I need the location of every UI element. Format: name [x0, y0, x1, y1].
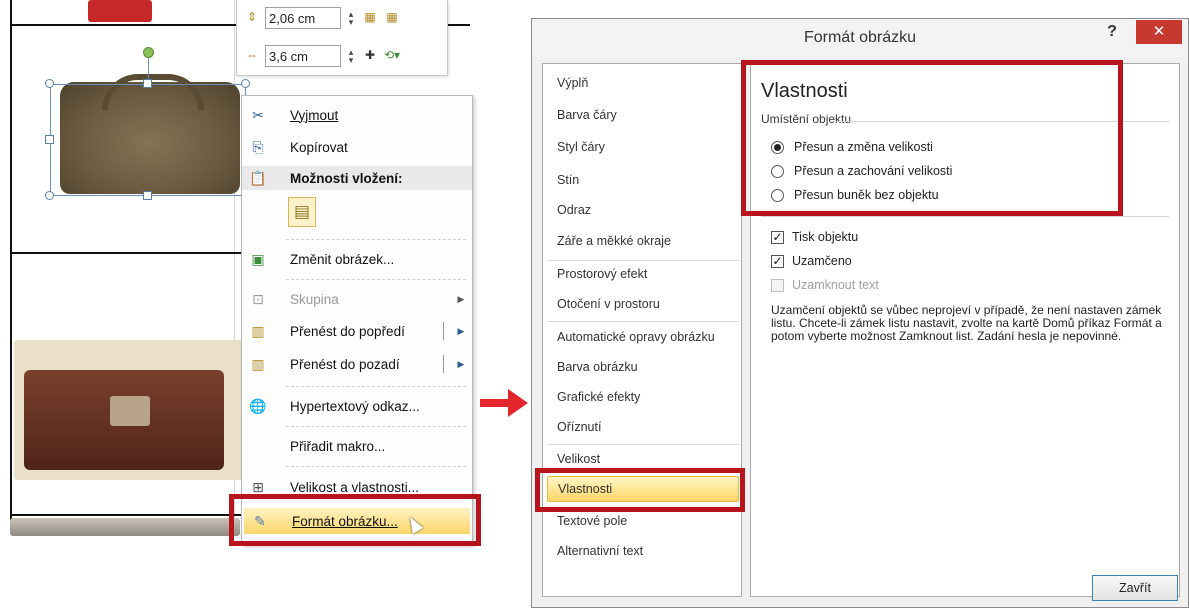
resize-handle[interactable]	[45, 79, 54, 88]
submenu-arrow-icon[interactable]: ▶	[450, 359, 472, 370]
arrange-icon[interactable]: ▦	[361, 10, 379, 26]
grid-line	[10, 0, 12, 520]
mini-toolbar: ⇕ 2,06 cm ▴ ▾ ▦ ▦ ⇔ 3,6 cm ▴ ▾ ✚ ⟲▾	[236, 0, 448, 76]
change-picture-icon: ▣	[251, 250, 265, 267]
height-value: 2,06 cm	[269, 10, 316, 26]
product-image-bottom[interactable]	[10, 518, 240, 536]
nav-item-line-style[interactable]: Styl čáry	[547, 134, 739, 160]
menu-item-change-picture[interactable]: ▣ Změnit obrázek...	[242, 246, 472, 272]
checkbox-lock-text: Uzamknout text	[771, 274, 879, 296]
resize-handle[interactable]	[241, 79, 250, 88]
nav-item-reflection[interactable]: Odraz	[547, 197, 739, 223]
scissors-icon: ✂	[252, 106, 264, 123]
menu-label: Možnosti vložení:	[290, 170, 403, 186]
close-button[interactable]: ✕	[1136, 20, 1182, 44]
checkbox[interactable]: ✓	[771, 254, 784, 268]
group-icon: ⊡	[252, 290, 264, 307]
submenu-arrow-icon[interactable]: ▶	[450, 326, 472, 337]
menu-header-paste-options: 📋 Možnosti vložení:	[242, 166, 472, 190]
nav-item-crop[interactable]: Oříznutí	[547, 414, 739, 440]
resize-handle[interactable]	[45, 191, 54, 200]
checkbox-label: Uzamčeno	[792, 254, 852, 268]
nav-item-fill[interactable]: Výplň	[547, 70, 739, 96]
highlight-box-properties	[741, 60, 1123, 216]
dialog-titlebar[interactable]: Formát obrázku ? ✕	[532, 19, 1188, 57]
briefcase-image[interactable]	[14, 340, 244, 480]
height-field[interactable]: 2,06 cm	[265, 7, 341, 29]
nav-item-shadow[interactable]: Stín	[547, 167, 739, 193]
menu-label: Hypertextový odkaz...	[290, 398, 420, 414]
paste-icon: 📋	[249, 169, 267, 186]
checkbox[interactable]: ✓	[771, 230, 784, 244]
menu-item-send-backward[interactable]: ▥ Přenést do pozadí ▶	[242, 351, 472, 377]
checkbox-label: Tisk objektu	[792, 230, 859, 244]
crop-icon[interactable]: ✚	[361, 48, 379, 64]
close-dialog-button[interactable]: Zavřít	[1092, 575, 1178, 601]
menu-item-cut[interactable]: ✂ Vyjmout	[242, 102, 472, 128]
menu-item-bring-forward[interactable]: ▥ Přenést do popředí ▶	[242, 318, 472, 344]
product-image-top[interactable]	[88, 0, 152, 22]
paste-option-button[interactable]: ▤	[288, 197, 316, 227]
paste-clipboard-icon: ▤	[293, 202, 311, 221]
help-button[interactable]: ?	[1102, 23, 1122, 47]
checkbox-print-object[interactable]: ✓ Tisk objektu	[771, 226, 858, 248]
rotate-icon[interactable]: ⟲▾	[383, 48, 401, 64]
category-list: Výplň Barva čáry Styl čáry Stín Odraz Zá…	[542, 63, 742, 597]
dialog-title: Formát obrázku	[803, 29, 917, 46]
nav-item-glow-soft-edges[interactable]: Záře a měkké okraje	[547, 228, 739, 254]
menu-label: Skupina	[290, 291, 339, 307]
menu-item-assign-macro[interactable]: Přiřadit makro...	[242, 433, 472, 459]
highlight-box-format-picture	[229, 494, 481, 546]
resize-handle[interactable]	[143, 191, 152, 200]
nav-item-alt-text[interactable]: Alternativní text	[547, 538, 739, 564]
nav-item-line-color[interactable]: Barva čáry	[547, 102, 739, 128]
arrange-icon[interactable]: ▦	[383, 10, 401, 26]
width-spinner[interactable]: ▴ ▾	[345, 48, 357, 65]
menu-item-group: ⊡ Skupina ▶	[242, 286, 472, 312]
menu-label: Přenést do popředí	[290, 323, 405, 339]
send-backward-icon: ▥	[251, 355, 265, 372]
nav-item-3d-format[interactable]: Prostorový efekt	[547, 261, 739, 287]
menu-item-copy[interactable]: ⎘ Kopírovat	[242, 134, 472, 160]
lock-info-text: Uzamčení objektů se vůbec neprojeví v př…	[771, 303, 1162, 343]
checkbox-locked[interactable]: ✓ Uzamčeno	[771, 250, 852, 272]
nav-item-picture-color[interactable]: Barva obrázku	[547, 354, 739, 380]
width-icon: ⇔	[246, 48, 258, 62]
selection-frame	[50, 84, 246, 196]
menu-label: Kopírovat	[290, 139, 348, 155]
checkbox	[771, 278, 784, 292]
width-value: 3,6 cm	[269, 48, 309, 64]
size-properties-icon: ⊞	[252, 478, 264, 495]
menu-label: Velikost a vlastnosti...	[290, 479, 420, 495]
menu-label: Přenést do pozadí	[290, 356, 400, 372]
nav-item-artistic-effects[interactable]: Grafické efekty	[547, 384, 739, 410]
bring-forward-icon: ▥	[251, 322, 265, 339]
context-menu: ✂ Vyjmout ⎘ Kopírovat 📋 Možnosti vložení…	[241, 95, 473, 545]
hyperlink-icon: 🌐	[249, 397, 267, 414]
height-icon: ⇕	[246, 10, 258, 24]
height-spinner[interactable]: ▴ ▾	[345, 10, 357, 27]
resize-handle[interactable]	[143, 79, 152, 88]
submenu-arrow-icon: ▶	[457, 293, 465, 304]
red-arrow-icon	[480, 389, 528, 417]
highlight-box-nav-properties	[535, 468, 745, 512]
nav-item-picture-corrections[interactable]: Automatické opravy obrázku	[547, 324, 739, 350]
nav-item-3d-rotation[interactable]: Otočení v prostoru	[547, 291, 739, 317]
menu-item-hyperlink[interactable]: 🌐 Hypertextový odkaz...	[242, 393, 472, 419]
menu-label: Vyjmout	[290, 107, 339, 123]
copy-icon: ⎘	[252, 138, 264, 155]
resize-handle[interactable]	[45, 135, 54, 144]
rotation-handle[interactable]	[143, 47, 154, 58]
menu-label: Přiřadit makro...	[290, 438, 386, 454]
checkbox-label: Uzamknout text	[792, 278, 879, 292]
menu-label: Změnit obrázek...	[290, 251, 395, 267]
width-field[interactable]: 3,6 cm	[265, 45, 341, 67]
